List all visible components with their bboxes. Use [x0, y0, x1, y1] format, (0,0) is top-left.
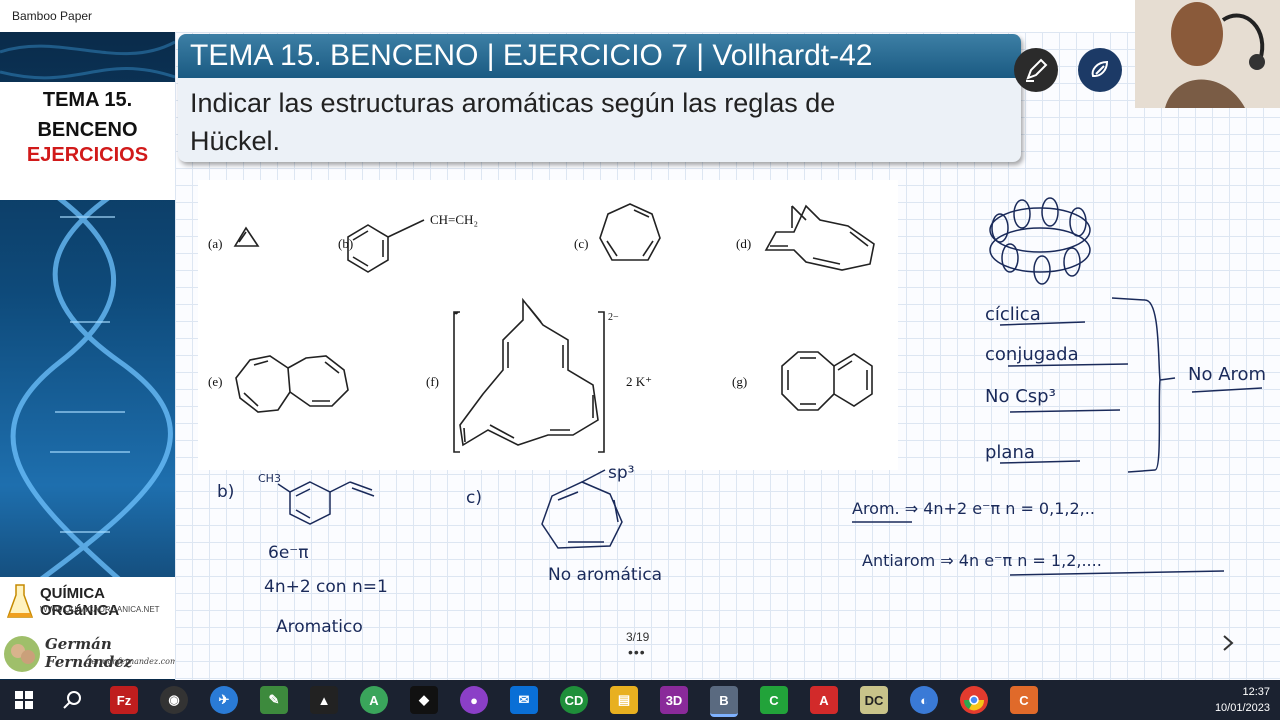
c-sp3: sp³ [608, 463, 634, 483]
unity-icon[interactable]: ◆ [410, 686, 438, 714]
camtasia-recorder-icon[interactable]: C [1010, 686, 1038, 714]
taskbar: Fz ◉ ✈ ✎ ▲ A ◆ ● ✉ CD ▤ 3D B C A DC ◐ C … [0, 680, 1280, 720]
acrobat-icon[interactable]: A [810, 686, 838, 714]
criteria-result: No Arom [1188, 364, 1266, 385]
orbital-sketch [989, 197, 1091, 285]
davinci-icon[interactable]: ◉ [160, 686, 188, 714]
criterion-2: conjugada [985, 344, 1079, 365]
b-methyl: CH3 [258, 472, 281, 485]
other-app-icon[interactable]: ◐ [910, 686, 938, 714]
camtasia-icon[interactable]: C [760, 686, 788, 714]
tor-icon[interactable]: ● [460, 686, 488, 714]
page-indicator: 3/19 [626, 630, 650, 644]
antiarom-rule: Antiarom ⇒ 4n e⁻π n = 1,2,.... [862, 551, 1102, 570]
criterion-4: plana [985, 442, 1035, 463]
filezilla-icon[interactable]: Fz [110, 686, 138, 714]
b-label: b) [217, 482, 234, 502]
criterion-1: cíclica [985, 304, 1041, 325]
chemdraw-icon[interactable]: CD [560, 686, 588, 714]
bamboo-paper-icon[interactable]: B [710, 686, 738, 717]
thunderbird-icon[interactable]: ✈ [210, 686, 238, 714]
arom-rule: Arom. ⇒ 4n+2 e⁻π n = 0,1,2,.. [852, 499, 1095, 518]
android-studio-icon[interactable]: A [360, 686, 388, 714]
clock-time: 12:37 [1242, 686, 1270, 698]
criterion-3: No Csp³ [985, 386, 1056, 407]
system-clock[interactable]: 12:37 10/01/2023 [1215, 684, 1270, 716]
3d-builder-icon[interactable]: 3D [660, 686, 688, 714]
windows-start-icon[interactable] [10, 686, 38, 714]
file-explorer-icon[interactable]: ▤ [610, 686, 638, 714]
inkscape-icon[interactable]: ▲ [310, 686, 338, 714]
handwritten-notes: cíclica conjugada No Csp³ plana No Arom … [217, 197, 1266, 637]
chevron-right-icon [1223, 635, 1234, 651]
b-result: Aromatico [276, 617, 363, 637]
mail-icon[interactable]: ✉ [510, 686, 538, 714]
more-options-button[interactable]: ••• [628, 644, 646, 660]
chrome-icon[interactable] [960, 686, 988, 714]
c-label: c) [466, 488, 482, 508]
c-result: No aromática [548, 565, 662, 585]
next-page-button[interactable] [1218, 632, 1240, 654]
notepad-icon[interactable]: ✎ [260, 686, 288, 714]
b-rule: 4n+2 con n=1 [264, 577, 388, 597]
dxc-icon[interactable]: DC [860, 686, 888, 714]
b-electrons: 6e⁻π [268, 543, 308, 563]
search-icon[interactable] [58, 686, 86, 714]
clock-date: 10/01/2023 [1214, 702, 1270, 714]
